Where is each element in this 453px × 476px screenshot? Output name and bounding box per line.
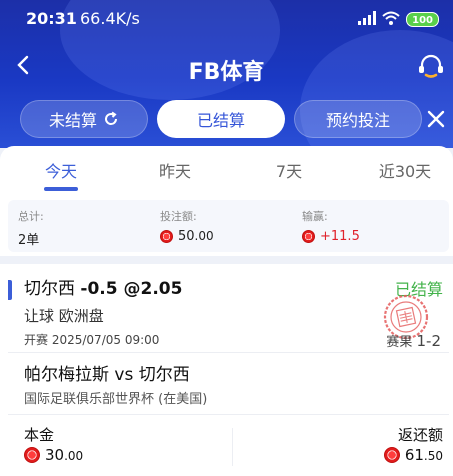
tab-unsettled[interactable]: 未结算 [20,100,148,138]
summary-panel: 总计: 2单 投注额: 50.00 输赢: +11.5 [8,200,449,252]
bet-line: -0.5 @2.05 [80,279,183,299]
bet-selection: 切尔西 -0.5 @2.05 [24,274,182,299]
close-icon [427,110,445,128]
network-speed: 66.4K/s [80,9,140,28]
match-teams: 帕尔梅拉斯 vs 切尔西 [24,365,190,385]
wifi-icon [382,10,400,29]
headset-icon [419,54,443,78]
kickoff-time: 开赛 2025/07/05 09:00 [24,333,160,347]
header: 20:31 66.4K/s 100 FB体育 未结算 已结算 预约投注 [0,0,453,148]
tab-7-days[interactable]: 7天 [258,158,320,182]
close-button[interactable] [421,104,451,134]
signal-icon [358,10,377,29]
battery-icon: 100 [406,12,439,27]
coin-icon [24,447,40,463]
match-score: 1-2 [416,332,442,350]
match-result: 赛果 1-2 [386,332,442,350]
period-tabs: 今天 昨天 7天 近30天 [0,146,453,192]
tab-yesterday[interactable]: 昨天 [144,158,206,182]
tab-today[interactable]: 今天 [30,158,92,182]
bet-card[interactable]: 切尔西 -0.5 @2.05 已结算 让球 欧洲盘 开赛 2025/07/05 … [8,264,449,476]
return-label: 返还额 [397,426,443,444]
bet-team: 切尔西 [24,279,75,299]
total-value: 2单 [18,233,40,248]
tab-scheduled-bets[interactable]: 预约投注 [294,100,422,138]
return-value: 61 [404,446,424,464]
tab-30-days[interactable]: 近30天 [366,158,444,182]
stake-decimal: .00 [194,229,214,243]
coin-icon [302,230,315,243]
page-title: FB体育 [188,60,265,85]
league-name: 国际足联俱乐部世界杯 (在美国) [24,392,208,407]
content-sheet: 今天 昨天 7天 近30天 总计: 2单 投注额: 50.00 输赢: +11.… [0,146,453,476]
stake-value: 50 [178,229,195,244]
customer-service-button[interactable] [413,50,449,82]
stake-label: 投注额: [160,210,197,223]
coin-icon [383,447,400,463]
status-tabs: 未结算 已结算 预约投注 [0,100,453,138]
active-tab-indicator [44,187,78,191]
amounts-row: 本金 30.00 返还额 61.50 [24,426,443,466]
coin-icon [160,230,173,243]
tab-settled[interactable]: 已结算 [157,100,285,138]
status-time: 20:31 [26,9,77,28]
principal-value: 30 [45,446,65,464]
principal-label: 本金 [24,426,55,444]
nav-bar: FB体育 [0,44,453,90]
status-bar: 20:31 66.4K/s 100 [0,0,453,36]
total-label: 总计: [18,210,44,223]
pnl-label: 输赢: [302,210,328,223]
refresh-icon[interactable] [103,111,119,127]
bet-market: 让球 欧洲盘 [24,307,104,325]
pnl-value: +11.5 [320,229,360,244]
